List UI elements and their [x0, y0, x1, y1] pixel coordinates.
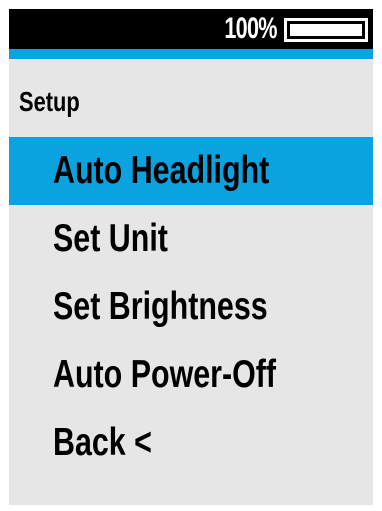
menu-item-label: Auto Power-Off [53, 353, 277, 396]
header-accent-line [9, 49, 373, 59]
menu-item-back[interactable]: Back < [9, 409, 373, 477]
device-screen: 100% Setup Auto Headlight Set Unit Set B… [9, 9, 373, 505]
menu-item-label: Set Brightness [53, 285, 268, 328]
menu-item-set-brightness[interactable]: Set Brightness [9, 273, 373, 341]
page-title: Setup [19, 86, 80, 117]
battery-icon [284, 18, 368, 42]
menu-item-set-unit[interactable]: Set Unit [9, 205, 373, 273]
battery-level-fill [290, 24, 362, 36]
menu-item-auto-power-off[interactable]: Auto Power-Off [9, 341, 373, 409]
menu-item-label: Back < [53, 421, 152, 464]
battery-percentage: 100% [224, 12, 278, 45]
status-bar: 100% [9, 9, 373, 49]
setup-menu: Auto Headlight Set Unit Set Brightness A… [9, 137, 373, 477]
menu-item-auto-headlight[interactable]: Auto Headlight [9, 137, 373, 205]
menu-item-label: Auto Headlight [53, 149, 270, 192]
menu-item-label: Set Unit [53, 217, 168, 260]
